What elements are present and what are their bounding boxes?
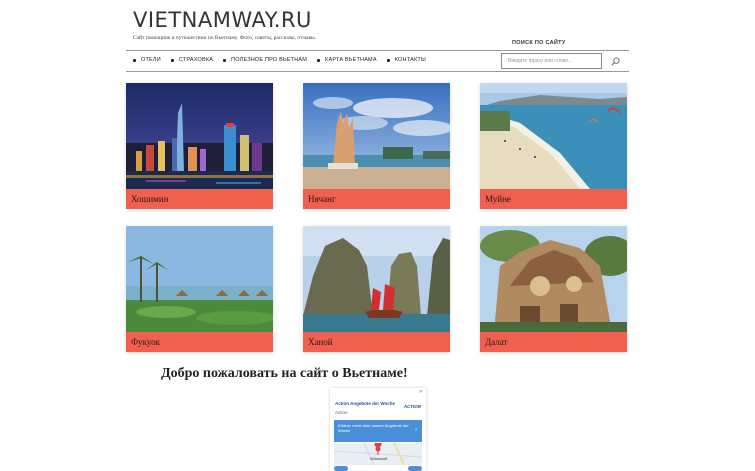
hochiminh-photo (126, 83, 273, 189)
header-rule-bottom (126, 71, 629, 72)
site-title[interactable]: VIETNAMWAY.RU (133, 8, 312, 32)
tile-dalat[interactable]: Далат (480, 226, 627, 352)
nav-item-hotels[interactable]: ОТЕЛИ (133, 57, 161, 63)
tile-hanoi[interactable]: Ханой (303, 226, 450, 352)
nhatrang-photo (303, 83, 450, 189)
main-nav: ОТЕЛИ СТРАХОВКА ПОЛЕЗНОЕ ПРО ВЬЕТНАМ КАР… (133, 57, 426, 63)
nav-item-label: КОНТАКТЫ (394, 57, 426, 63)
header-rule-top (126, 50, 629, 51)
tile-caption: Фукуок (126, 332, 273, 352)
tile-muine[interactable]: Муйне (480, 83, 627, 209)
nav-item-insurance[interactable]: СТРАХОВКА (170, 57, 214, 63)
search-title: ПОИСК ПО САЙТУ (512, 40, 566, 46)
dalat-photo (480, 226, 627, 332)
ad-bottom-button[interactable] (334, 466, 348, 471)
tile-nhatrang[interactable]: Нячанг (303, 83, 450, 209)
bullet-icon (317, 58, 321, 62)
bullet-icon (223, 58, 227, 62)
nav-item-label: КАРТА ВЬЕТНАМА (325, 57, 377, 63)
nav-item-contacts[interactable]: КОНТАКТЫ (386, 57, 426, 63)
tile-caption: Муйне (480, 189, 627, 209)
phuquoc-photo (126, 226, 273, 332)
ad-title[interactable]: Action Angebote der Woche (335, 401, 395, 406)
site-tagline: Сайт помощник в путешествии по Вьетнаму.… (133, 35, 317, 41)
tile-caption: Далат (480, 332, 627, 352)
ad-card-text: Erfahre mehr über unsere Angebote der Wo… (338, 423, 409, 433)
ad-close-icon[interactable]: ✕ (419, 389, 423, 395)
chevron-right-icon: › (415, 427, 417, 433)
map-pin-icon (334, 443, 422, 465)
muine-photo (480, 83, 627, 189)
ad-card[interactable]: Erfahre mehr über unsere Angebote der Wo… (334, 420, 422, 442)
ad-map-label: Wünsdorf (370, 456, 388, 461)
ad-bottom-buttons (334, 466, 422, 471)
tile-caption: Ханой (303, 332, 450, 352)
nav-item-label: ОТЕЛИ (141, 57, 161, 63)
nav-item-label: ПОЛЕЗНОЕ ПРО ВЬЕТНАМ (231, 57, 308, 63)
search-button[interactable] (607, 53, 623, 69)
tile-caption: Хошимин (126, 189, 273, 209)
tile-hochiminh[interactable]: Хошимин (126, 83, 273, 209)
nav-item-label: СТРАХОВКА (178, 57, 214, 63)
search-input[interactable] (501, 53, 602, 69)
ad-map[interactable]: Wünsdorf (334, 443, 422, 465)
nav-item-useful[interactable]: ПОЛЕЗНОЕ ПРО ВЬЕТНАМ (223, 57, 307, 63)
ad-bottom-button[interactable] (408, 466, 422, 471)
search-icon (611, 56, 620, 65)
bullet-icon (133, 58, 136, 62)
bullet-icon (386, 58, 390, 62)
bullet-icon (170, 58, 174, 62)
tile-caption: Нячанг (303, 189, 450, 209)
ad-banner[interactable]: ✕ Action Angebote der Woche ACTION Actio… (330, 388, 426, 471)
welcome-heading: Добро пожаловать на сайт о Вьетнаме! (161, 366, 408, 381)
ad-logo: ACTION (403, 404, 421, 409)
ad-subtitle: Action (335, 410, 348, 415)
nav-item-map[interactable]: КАРТА ВЬЕТНАМА (317, 57, 377, 63)
tile-phuquoc[interactable]: Фукуок (126, 226, 273, 352)
hanoi-photo (303, 226, 450, 332)
